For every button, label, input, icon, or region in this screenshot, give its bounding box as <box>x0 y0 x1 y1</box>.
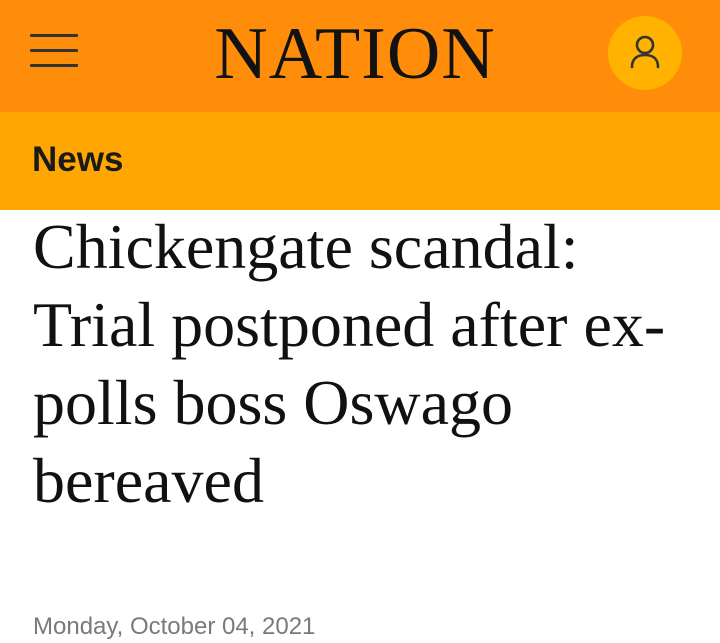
menu-line <box>30 49 78 52</box>
menu-line <box>30 34 78 37</box>
hamburger-menu-icon[interactable] <box>30 34 78 70</box>
section-link-news[interactable]: News <box>32 138 123 182</box>
article-headline: Chickengate scandal: Trial postponed aft… <box>33 211 666 516</box>
user-icon <box>630 35 660 69</box>
account-button[interactable] <box>608 16 682 90</box>
site-logo[interactable]: NATION <box>195 12 515 96</box>
section-bar: News <box>0 112 720 210</box>
top-navigation-bar: NATION <box>0 0 720 112</box>
article-date: Monday, October 04, 2021 <box>33 613 316 640</box>
menu-line <box>30 64 78 67</box>
